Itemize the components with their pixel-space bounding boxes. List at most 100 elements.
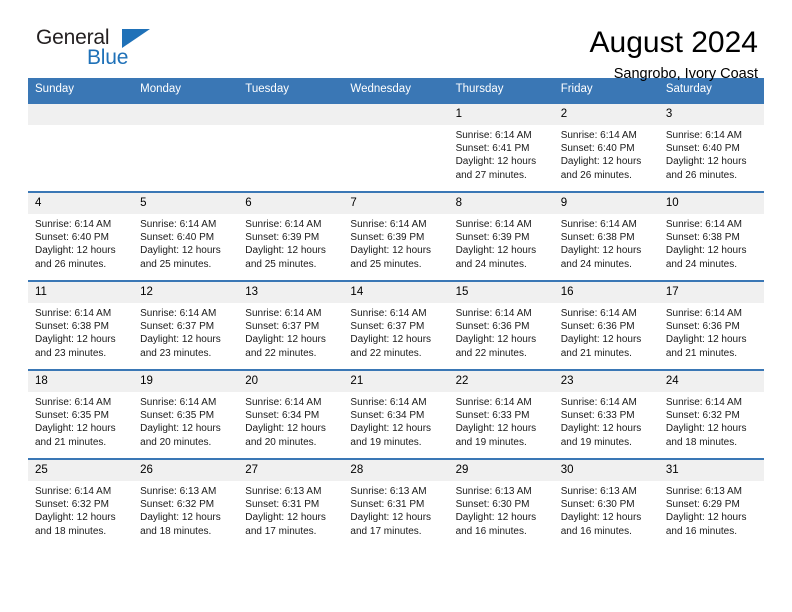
daylight-duration: Daylight: 12 hours and 24 minutes. <box>560 245 642 270</box>
weekday-header-tuesday: Tuesday <box>238 78 344 103</box>
day-number <box>28 104 134 125</box>
calendar-day-cell-empty <box>343 102 449 192</box>
day-sun-info: Sunrise: 6:13 AM Sunset: 6:32 PM Daylight:… <box>133 481 238 538</box>
sunset-time: Sunset: 6:35 PM <box>140 410 215 422</box>
day-number <box>238 104 344 125</box>
day-sun-info: Sunrise: 6:14 AM Sunset: 6:37 PM Daylight:… <box>343 303 448 360</box>
calendar-day-cell[interactable]: 25 Sunrise: 6:14 AM Sunset: 6:32 PM Dayligh… <box>28 458 134 548</box>
page-title: August 2024 <box>589 26 758 59</box>
calendar-day-cell[interactable]: 3 Sunrise: 6:14 AM Sunset: 6:40 PM Daylight… <box>658 102 764 192</box>
calendar-day-cell[interactable]: 14 Sunrise: 6:14 AM Sunset: 6:37 PM Dayligh… <box>343 280 449 370</box>
sunset-time: Sunset: 6:34 PM <box>350 410 425 422</box>
calendar-day-cell[interactable]: 28 Sunrise: 6:13 AM Sunset: 6:31 PM Dayligh… <box>343 458 449 548</box>
sunset-time: Sunset: 6:30 PM <box>455 499 530 511</box>
day-number: 28 <box>343 460 449 481</box>
calendar-day-cell[interactable]: 15 Sunrise: 6:14 AM Sunset: 6:36 PM Dayligh… <box>448 280 554 370</box>
sunset-time: Sunset: 6:39 PM <box>245 232 320 244</box>
daylight-duration: Daylight: 12 hours and 25 minutes. <box>350 245 432 270</box>
day-sun-info: Sunrise: 6:14 AM Sunset: 6:38 PM Daylight:… <box>659 214 764 271</box>
daylight-duration: Daylight: 12 hours and 26 minutes. <box>665 156 747 181</box>
day-sun-info: Sunrise: 6:14 AM Sunset: 6:33 PM Daylight:… <box>449 392 554 449</box>
calendar-day-cell[interactable]: 26 Sunrise: 6:13 AM Sunset: 6:32 PM Dayligh… <box>133 458 239 548</box>
day-sun-info: Sunrise: 6:13 AM Sunset: 6:31 PM Daylight:… <box>238 481 343 538</box>
day-number: 12 <box>133 282 239 303</box>
sunrise-time: Sunrise: 6:14 AM <box>140 219 217 230</box>
day-number: 31 <box>658 460 764 481</box>
sunset-time: Sunset: 6:32 PM <box>35 499 109 511</box>
sunset-time: Sunset: 6:39 PM <box>350 232 425 244</box>
sunset-time: Sunset: 6:33 PM <box>560 410 635 422</box>
calendar-day-cell[interactable]: 21 Sunrise: 6:14 AM Sunset: 6:34 PM Dayligh… <box>343 369 449 459</box>
calendar-day-cell[interactable]: 1 Sunrise: 6:14 AM Sunset: 6:41 PM Daylight… <box>448 102 554 192</box>
calendar-day-cell[interactable]: 9 Sunrise: 6:14 AM Sunset: 6:38 PM Daylight… <box>553 191 659 281</box>
sunrise-time: Sunrise: 6:14 AM <box>455 397 532 408</box>
daylight-duration: Daylight: 12 hours and 23 minutes. <box>35 334 116 359</box>
calendar-day-cell[interactable]: 7 Sunrise: 6:14 AM Sunset: 6:39 PM Daylight… <box>343 191 449 281</box>
sunset-time: Sunset: 6:37 PM <box>350 321 425 333</box>
daylight-duration: Daylight: 12 hours and 26 minutes. <box>560 156 642 181</box>
calendar-day-cell[interactable]: 20 Sunrise: 6:14 AM Sunset: 6:34 PM Dayligh… <box>238 369 344 459</box>
calendar-day-cell[interactable]: 23 Sunrise: 6:14 AM Sunset: 6:33 PM Dayligh… <box>553 369 659 459</box>
general-blue-logo: General Blue <box>28 26 156 76</box>
calendar-day-cell[interactable]: 31 Sunrise: 6:13 AM Sunset: 6:29 PM Dayligh… <box>658 458 764 548</box>
sunrise-time: Sunrise: 6:14 AM <box>350 308 427 319</box>
calendar-day-cell[interactable]: 29 Sunrise: 6:13 AM Sunset: 6:30 PM Dayligh… <box>448 458 554 548</box>
sunset-time: Sunset: 6:36 PM <box>560 321 635 333</box>
calendar-day-cell[interactable]: 27 Sunrise: 6:13 AM Sunset: 6:31 PM Dayligh… <box>238 458 344 548</box>
sunset-time: Sunset: 6:33 PM <box>455 410 530 422</box>
day-sun-info: Sunrise: 6:14 AM Sunset: 6:40 PM Daylight:… <box>28 214 133 271</box>
day-sun-info: Sunrise: 6:13 AM Sunset: 6:31 PM Daylight:… <box>343 481 448 538</box>
day-number: 10 <box>658 193 764 214</box>
logo-text-blue: Blue <box>87 46 129 69</box>
day-number: 1 <box>448 104 554 125</box>
daylight-duration: Daylight: 12 hours and 18 minutes. <box>665 423 747 448</box>
sunrise-time: Sunrise: 6:14 AM <box>560 308 637 319</box>
sunset-time: Sunset: 6:40 PM <box>35 232 109 244</box>
sunrise-time: Sunrise: 6:14 AM <box>350 397 427 408</box>
calendar-day-cell[interactable]: 13 Sunrise: 6:14 AM Sunset: 6:37 PM Dayligh… <box>238 280 344 370</box>
calendar-day-cell[interactable]: 17 Sunrise: 6:14 AM Sunset: 6:36 PM Dayligh… <box>658 280 764 370</box>
calendar-day-cell[interactable]: 24 Sunrise: 6:14 AM Sunset: 6:32 PM Dayligh… <box>658 369 764 459</box>
sunset-time: Sunset: 6:35 PM <box>35 410 109 422</box>
day-sun-info: Sunrise: 6:14 AM Sunset: 6:36 PM Daylight:… <box>659 303 764 360</box>
calendar-day-cell[interactable]: 2 Sunrise: 6:14 AM Sunset: 6:40 PM Daylight… <box>553 102 659 192</box>
calendar-day-cell[interactable]: 10 Sunrise: 6:14 AM Sunset: 6:38 PM Dayligh… <box>658 191 764 281</box>
sunrise-time: Sunrise: 6:14 AM <box>35 219 112 230</box>
day-sun-info: Sunrise: 6:14 AM Sunset: 6:32 PM Daylight:… <box>28 481 133 538</box>
day-sun-info: Sunrise: 6:14 AM Sunset: 6:39 PM Daylight:… <box>238 214 343 271</box>
calendar-day-cell[interactable]: 30 Sunrise: 6:13 AM Sunset: 6:30 PM Dayligh… <box>553 458 659 548</box>
day-number: 25 <box>28 460 134 481</box>
sunrise-time: Sunrise: 6:14 AM <box>245 397 322 408</box>
day-sun-info: Sunrise: 6:14 AM Sunset: 6:41 PM Daylight:… <box>449 125 554 182</box>
sunset-time: Sunset: 6:34 PM <box>245 410 320 422</box>
weekday-header-monday: Monday <box>133 78 239 103</box>
sunset-time: Sunset: 6:41 PM <box>455 143 530 155</box>
daylight-duration: Daylight: 12 hours and 21 minutes. <box>560 334 642 359</box>
day-number: 24 <box>658 371 764 392</box>
sunset-time: Sunset: 6:31 PM <box>245 499 320 511</box>
daylight-duration: Daylight: 12 hours and 25 minutes. <box>245 245 326 270</box>
calendar-day-cell[interactable]: 12 Sunrise: 6:14 AM Sunset: 6:37 PM Dayligh… <box>133 280 239 370</box>
calendar-body: 1 Sunrise: 6:14 AM Sunset: 6:41 PM Daylight… <box>28 102 764 548</box>
day-sun-info: Sunrise: 6:14 AM Sunset: 6:35 PM Daylight:… <box>28 392 133 449</box>
calendar-day-cell[interactable]: 4 Sunrise: 6:14 AM Sunset: 6:40 PM Daylight… <box>28 191 134 281</box>
calendar-day-cell-empty <box>238 102 344 192</box>
sunrise-time: Sunrise: 6:14 AM <box>455 219 532 230</box>
calendar-day-cell[interactable]: 16 Sunrise: 6:14 AM Sunset: 6:36 PM Dayligh… <box>553 280 659 370</box>
calendar-day-cell[interactable]: 19 Sunrise: 6:14 AM Sunset: 6:35 PM Dayligh… <box>133 369 239 459</box>
calendar-day-cell[interactable]: 8 Sunrise: 6:14 AM Sunset: 6:39 PM Daylight… <box>448 191 554 281</box>
day-sun-info: Sunrise: 6:13 AM Sunset: 6:29 PM Daylight:… <box>659 481 764 538</box>
daylight-duration: Daylight: 12 hours and 17 minutes. <box>245 512 326 537</box>
day-number: 30 <box>553 460 659 481</box>
day-number: 26 <box>133 460 239 481</box>
day-sun-info: Sunrise: 6:13 AM Sunset: 6:30 PM Daylight:… <box>449 481 554 538</box>
calendar-day-cell[interactable]: 11 Sunrise: 6:14 AM Sunset: 6:38 PM Dayligh… <box>28 280 134 370</box>
calendar-day-cell[interactable]: 5 Sunrise: 6:14 AM Sunset: 6:40 PM Daylight… <box>133 191 239 281</box>
calendar-day-cell[interactable]: 18 Sunrise: 6:14 AM Sunset: 6:35 PM Dayligh… <box>28 369 134 459</box>
calendar-day-cell[interactable]: 22 Sunrise: 6:14 AM Sunset: 6:33 PM Dayligh… <box>448 369 554 459</box>
day-number: 22 <box>448 371 554 392</box>
calendar-day-cell[interactable]: 6 Sunrise: 6:14 AM Sunset: 6:39 PM Daylight… <box>238 191 344 281</box>
calendar-week-row: 11 Sunrise: 6:14 AM Sunset: 6:38 PM Dayligh… <box>28 280 764 370</box>
sunrise-time: Sunrise: 6:14 AM <box>35 486 112 497</box>
sunrise-time: Sunrise: 6:14 AM <box>35 308 112 319</box>
